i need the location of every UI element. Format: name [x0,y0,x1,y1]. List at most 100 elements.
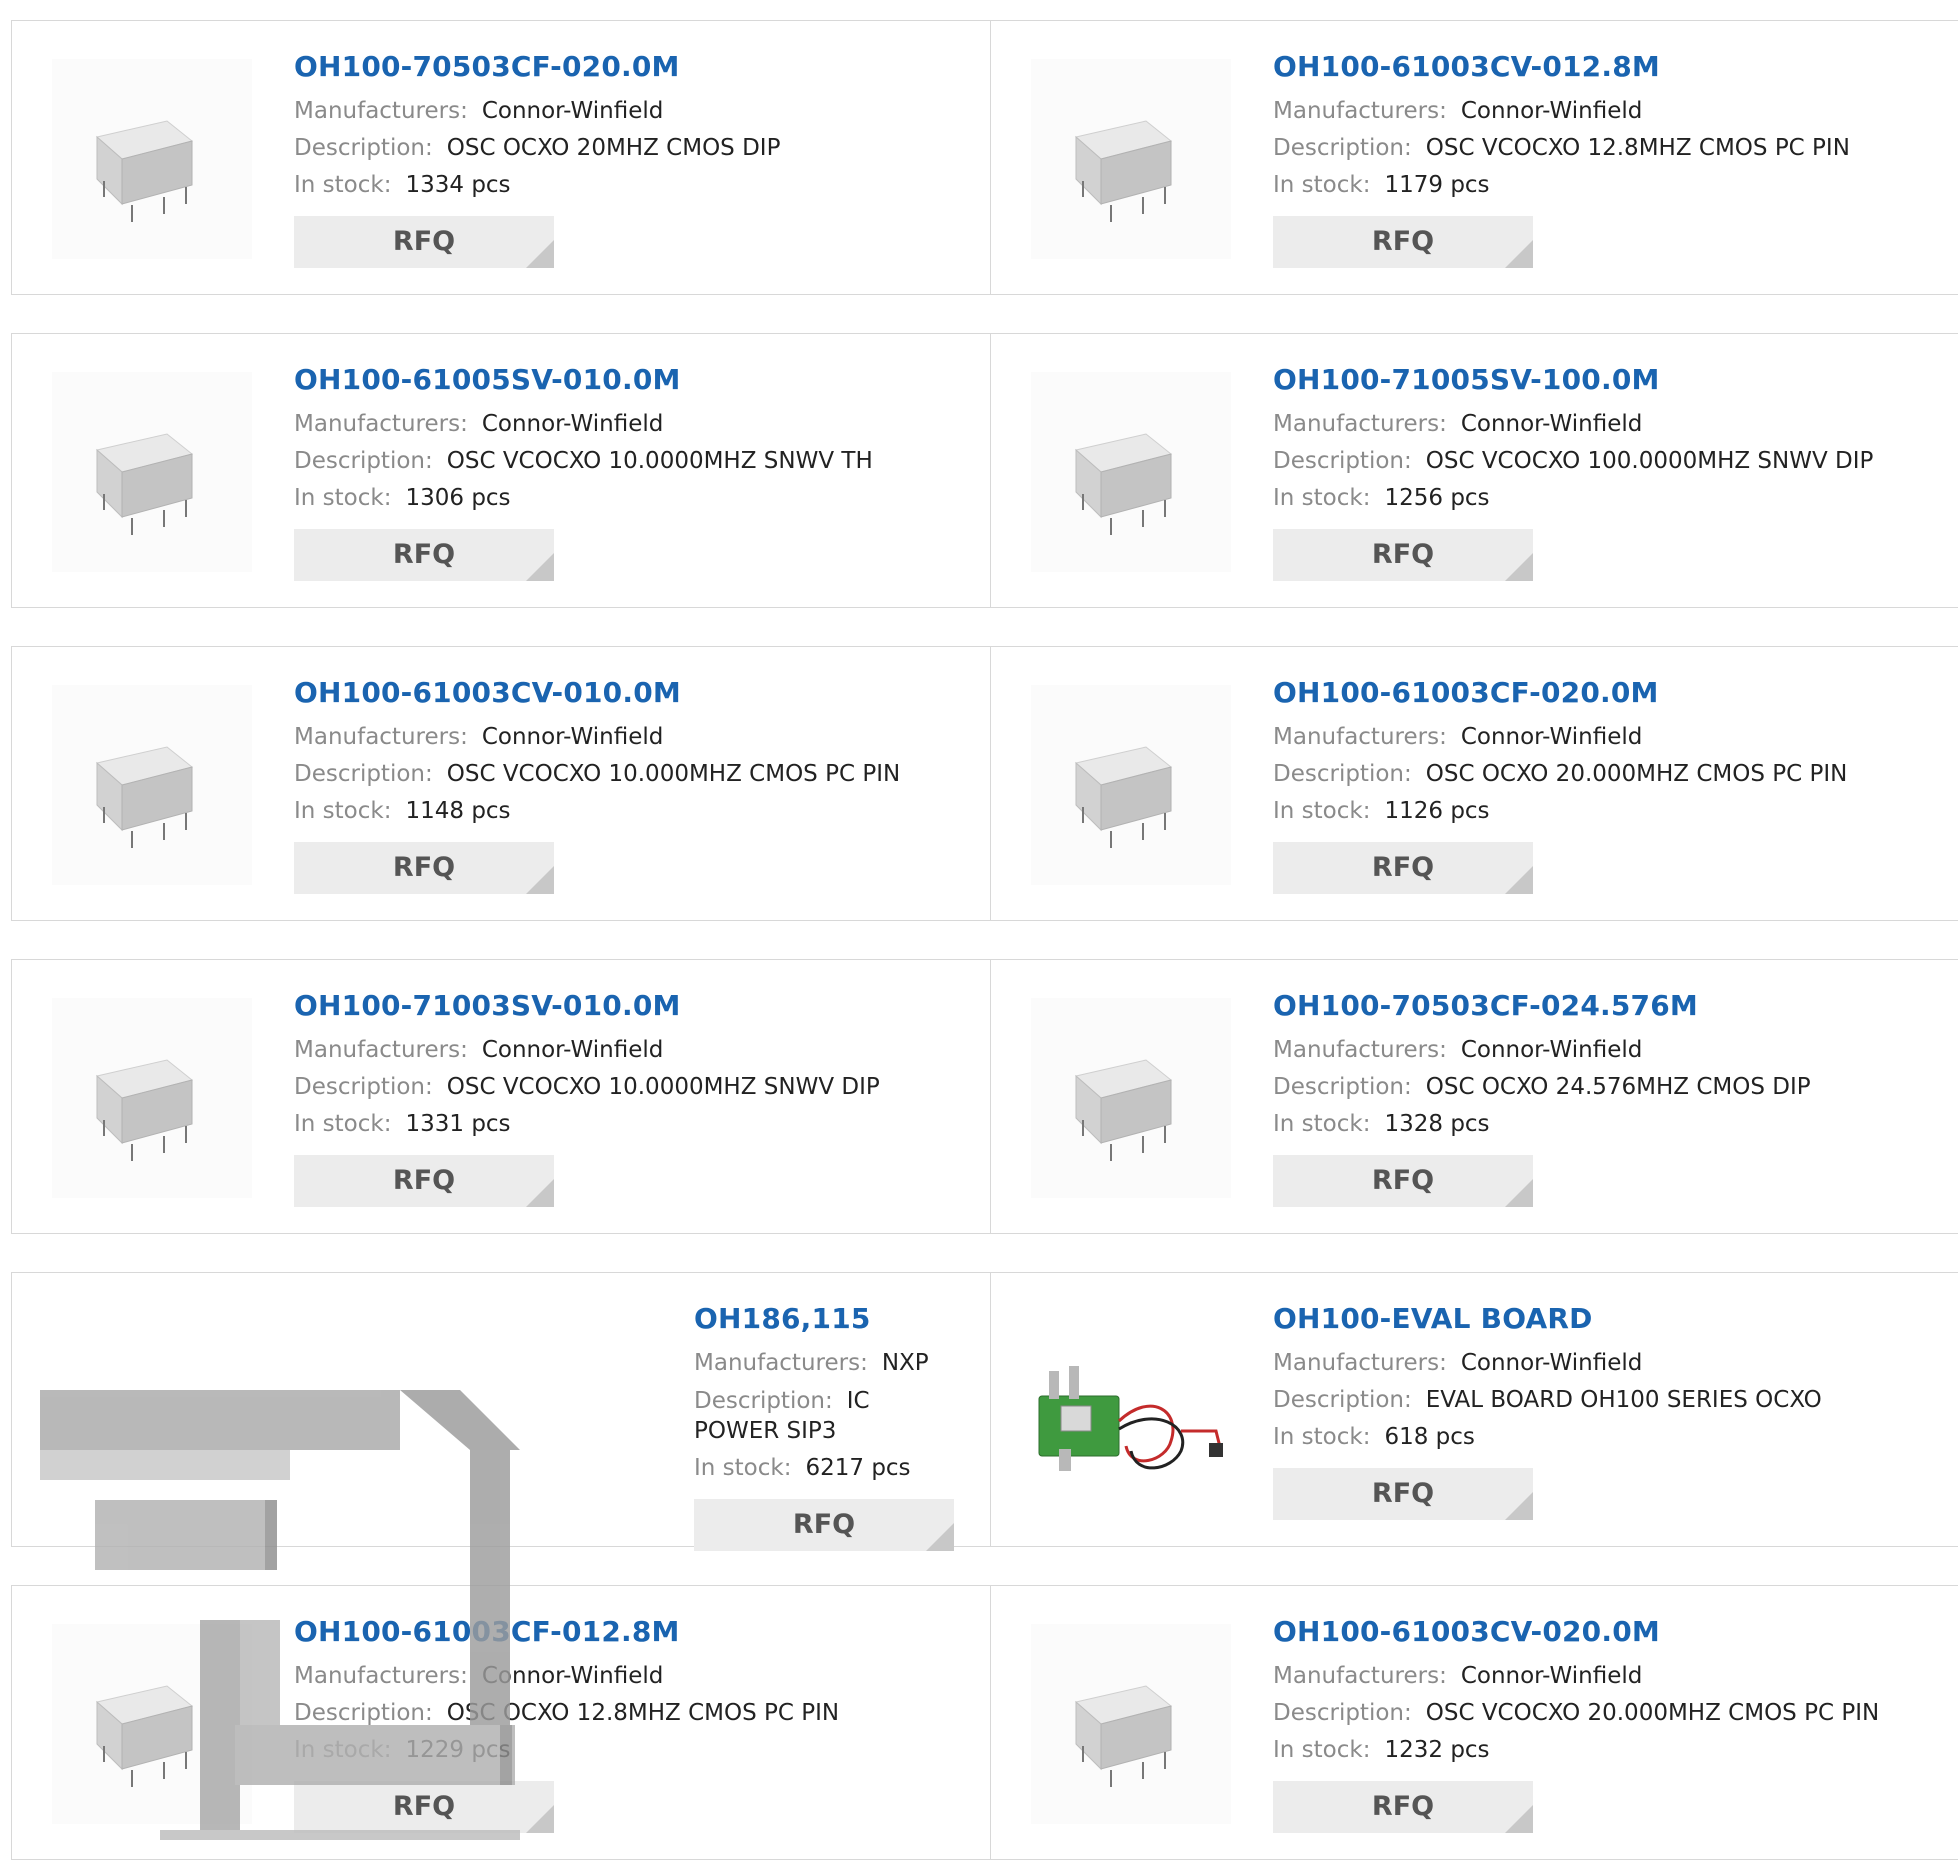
product-card: OH100-71005SV-100.0M Manufacturers: Conno… [991,334,1958,607]
stock-value: 1229 pcs [405,1737,511,1763]
description-label: Description: [1273,135,1412,161]
description-value: OSC VCOCXO 10.000MHZ CMOS PC PIN [446,761,901,787]
manufacturer-value: Connor-Winfield [481,724,664,750]
part-number-link[interactable]: OH100-71003SV-010.0M [294,988,970,1024]
stock-value: 1126 pcs [1384,798,1490,824]
part-number-link[interactable]: OH100-61003CV-010.0M [294,675,970,711]
product-thumbnail[interactable] [1031,59,1231,259]
oscillator-product-image [52,59,252,259]
product-thumbnail[interactable] [1031,372,1231,572]
part-number-link[interactable]: OH100-61003CF-020.0M [1273,675,1951,711]
description-label: Description: [1273,1700,1412,1726]
description-row: Description: OSC OCXO 20MHZ CMOS DIP [294,130,970,167]
product-grid: OH100-70503CF-020.0M Manufacturers: Conno… [0,0,1958,1860]
rfq-label: RFQ [1371,1478,1435,1509]
product-info: OH100-71003SV-010.0M Manufacturers: Conno… [294,988,970,1207]
rfq-button[interactable]: RFQ [294,842,554,894]
product-thumbnail[interactable] [52,685,252,885]
stock-row: In stock: 1306 pcs [294,480,970,517]
rfq-button[interactable]: RFQ [1273,1155,1533,1207]
part-number-link[interactable]: OH100-61003CV-012.8M [1273,49,1951,85]
part-number-link[interactable]: OH100-70503CF-024.576M [1273,988,1951,1024]
product-card: OH100-70503CF-024.576M Manufacturers: Con… [991,960,1958,1233]
product-info: OH100-61003CV-010.0M Manufacturers: Conno… [294,675,970,894]
rfq-button[interactable]: RFQ [694,1499,954,1551]
corner-triangle-icon [1505,240,1533,268]
product-thumbnail[interactable] [52,1624,252,1824]
description-label: Description: [294,135,433,161]
product-thumbnail[interactable] [52,372,252,572]
stock-label: In stock: [1273,172,1371,198]
stock-label: In stock: [1273,1737,1371,1763]
part-number-link[interactable]: OH100-EVAL BOARD [1273,1301,1951,1337]
manufacturer-value: Connor-Winfield [481,411,664,437]
description-value: OSC VCOCXO 20.000MHZ CMOS PC PIN [1425,1700,1880,1726]
part-number-link[interactable]: OH186,115 [694,1301,960,1337]
product-thumbnail[interactable] [1031,998,1231,1198]
oscillator-product-image [1031,685,1231,885]
rfq-button[interactable]: RFQ [1273,842,1533,894]
description-value: OSC OCXO 20.000MHZ CMOS PC PIN [1425,761,1848,787]
corner-triangle-icon [526,1805,554,1833]
product-thumbnail[interactable] [1031,1624,1231,1824]
manufacturer-label: Manufacturers: [694,1350,868,1376]
rfq-label: RFQ [1371,539,1435,570]
description-label: Description: [1273,1387,1412,1413]
part-number-link[interactable]: OH100-61003CV-020.0M [1273,1614,1951,1650]
stock-value: 6217 pcs [805,1455,911,1481]
rfq-button[interactable]: RFQ [1273,1781,1533,1833]
rfq-label: RFQ [1371,852,1435,883]
manufacturer-label: Manufacturers: [1273,1037,1447,1063]
stock-row: In stock: 6217 pcs [694,1450,960,1487]
manufacturer-row: Manufacturers: Connor-Winfield [294,93,970,130]
manufacturer-row: Manufacturers: Connor-Winfield [1273,406,1951,443]
manufacturer-value: Connor-Winfield [1460,411,1643,437]
stock-value: 1148 pcs [405,798,511,824]
product-info: OH100-70503CF-020.0M Manufacturers: Conno… [294,49,970,268]
product-card: OH100-61003CV-012.8M Manufacturers: Conno… [991,21,1958,294]
part-number-link[interactable]: OH100-70503CF-020.0M [294,49,970,85]
product-thumbnail[interactable] [1031,1311,1231,1511]
product-card: OH100-61003CF-012.8M Manufacturers: Conno… [12,1586,991,1859]
product-info: OH100-71005SV-100.0M Manufacturers: Conno… [1273,362,1951,581]
manufacturer-value: Connor-Winfield [1460,1037,1643,1063]
stock-value: 1334 pcs [405,172,511,198]
oscillator-product-image [52,998,252,1198]
part-number-link[interactable]: OH100-71005SV-100.0M [1273,362,1951,398]
manufacturer-row: Manufacturers: Connor-Winfield [294,1658,970,1695]
manufacturer-label: Manufacturers: [294,1663,468,1689]
rfq-button[interactable]: RFQ [1273,1468,1533,1520]
manufacturer-value: Connor-Winfield [481,1663,664,1689]
product-card: OH100-61003CV-020.0M Manufacturers: Conno… [991,1586,1958,1859]
product-thumbnail[interactable] [52,59,252,259]
part-number-link[interactable]: OH100-61005SV-010.0M [294,362,970,398]
description-row: Description: OSC OCXO 20.000MHZ CMOS PC P… [1273,756,1951,793]
description-row: Description: OSC OCXO 24.576MHZ CMOS DIP [1273,1069,1951,1106]
rfq-label: RFQ [392,1791,456,1822]
product-thumbnail[interactable] [1031,685,1231,885]
product-info: OH100-70503CF-024.576M Manufacturers: Con… [1273,988,1951,1207]
stock-row: In stock: 1229 pcs [294,1732,970,1769]
rfq-button[interactable]: RFQ [1273,216,1533,268]
rfq-button[interactable]: RFQ [294,1155,554,1207]
description-value: OSC VCOCXO 10.0000MHZ SNWV TH [446,448,873,474]
rfq-button[interactable]: RFQ [294,529,554,581]
rfq-button[interactable]: RFQ [1273,529,1533,581]
product-image [52,1393,612,1548]
product-card: OH100-70503CF-020.0M Manufacturers: Conno… [12,21,991,294]
product-thumbnail[interactable] [52,998,252,1198]
description-row: Description: OSC VCOCXO 12.8MHZ CMOS PC P… [1273,130,1951,167]
rfq-button[interactable]: RFQ [294,216,554,268]
part-number-link[interactable]: OH100-61003CF-012.8M [294,1614,970,1650]
description-row: Description: OSC VCOCXO 10.000MHZ CMOS PC… [294,756,970,793]
oscillator-product-image [1031,1624,1231,1824]
manufacturer-row: Manufacturers: Connor-Winfield [1273,719,1951,756]
manufacturer-label: Manufacturers: [1273,1350,1447,1376]
product-card: OH100-71003SV-010.0M Manufacturers: Conno… [12,960,991,1233]
rfq-button[interactable]: RFQ [294,1781,554,1833]
manufacturer-row: Manufacturers: Connor-Winfield [1273,1658,1951,1695]
oscillator-product-image [1031,59,1231,259]
corner-triangle-icon [526,1179,554,1207]
stock-label: In stock: [294,172,392,198]
description-row: Description: EVAL BOARD OH100 SERIES OCXO [1273,1382,1951,1419]
